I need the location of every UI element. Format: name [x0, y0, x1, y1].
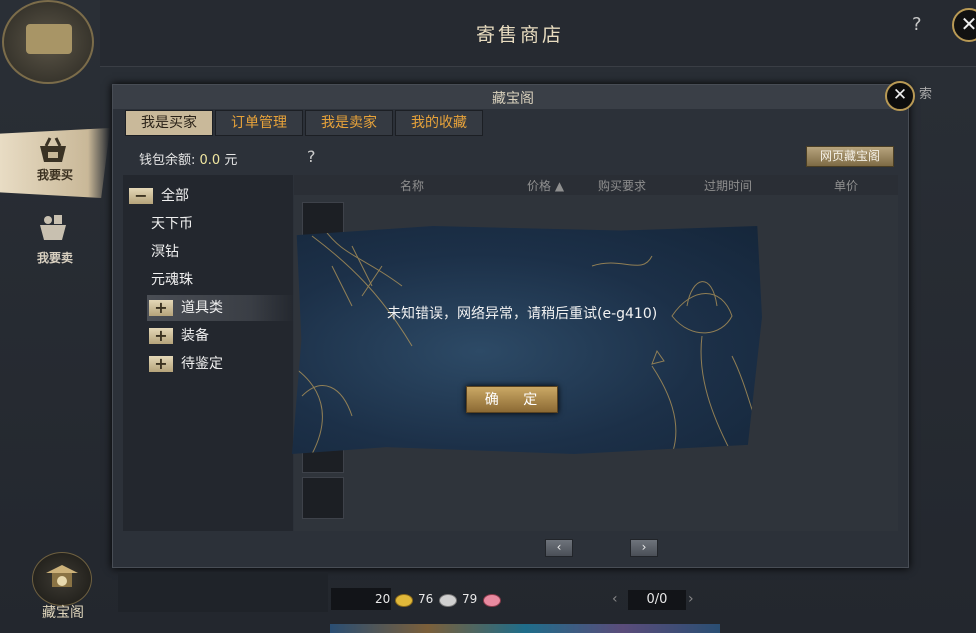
side-tab-buy[interactable]: 我要买 [0, 128, 110, 198]
tab-orders[interactable]: 订单管理 [215, 110, 303, 136]
tree-item-label: 待鉴定 [181, 356, 223, 372]
silver-amount: 76 [418, 592, 434, 606]
side-tab-buy-label: 我要买 [36, 168, 73, 182]
column-price[interactable]: 价格 ▲ [527, 177, 564, 194]
tab-seller[interactable]: 我是卖家 [305, 110, 393, 136]
collapse-icon[interactable]: − [129, 188, 153, 204]
close-panel-button[interactable]: ✕ [885, 81, 915, 111]
panel-title: 藏宝阁 [492, 91, 534, 107]
item-slot[interactable] [302, 477, 344, 519]
expand-icon[interactable]: + [149, 328, 173, 344]
tree-item-props[interactable]: + 道具类 [147, 295, 295, 321]
wallet-unit: 元 [224, 153, 238, 168]
expand-icon[interactable]: + [149, 300, 173, 316]
wallet-help-icon[interactable]: ? [307, 147, 316, 166]
tree-item-label: 溟钻 [151, 244, 179, 260]
window-title: 寄售商店 [475, 24, 564, 46]
list-header: 名称 价格 ▲ 购买要求 过期时间 单价 [294, 175, 898, 195]
basket-icon [40, 137, 66, 162]
tree-item-label: 装备 [181, 328, 209, 344]
tree-item-equipment[interactable]: + 装备 [149, 323, 209, 349]
tree-item-all[interactable]: − 全部 [129, 183, 189, 209]
gold-coin-icon [395, 594, 413, 607]
tree-item-label: 全部 [161, 188, 189, 204]
copper-amount: 79 [462, 592, 478, 606]
treasure-pavilion-label: 藏宝阁 [42, 605, 84, 621]
help-icon[interactable]: ? [912, 14, 922, 35]
shop-logo [2, 0, 94, 84]
side-tab-sell[interactable]: 我要卖 [0, 205, 110, 275]
tree-item-label: 元魂珠 [151, 272, 193, 288]
sell-basket-icon [40, 215, 66, 240]
column-name[interactable]: 名称 [400, 177, 424, 194]
abacus-icon [26, 24, 72, 54]
prev-page-button[interactable]: ‹ [545, 539, 573, 557]
error-message: 未知错误，网络异常，请稍后重试(e-g410) [387, 306, 658, 322]
column-unit-price[interactable]: 单价 [834, 177, 858, 194]
category-tree: − 全部 天下币 溟钻 元魂珠 + 道具类 + 装备 + 待鉴定 [123, 175, 295, 531]
copper-coin-icon [483, 594, 501, 607]
column-requirement[interactable]: 购买要求 [598, 177, 646, 194]
tree-item-currency[interactable]: 天下币 [151, 211, 193, 237]
next-page-button[interactable]: › [630, 539, 658, 557]
tree-item-diamond[interactable]: 溟钻 [151, 239, 179, 265]
silver-coin-icon [439, 594, 457, 607]
confirm-button[interactable]: 确 定 [466, 386, 558, 413]
wallet-balance: 钱包余额: 0.0 元 [139, 149, 237, 168]
bottom-left-area [118, 572, 328, 612]
currency-display: 20 76 79 [331, 588, 501, 610]
wallet-value: 0.0 [199, 153, 221, 168]
page-indicator: 0/0 [628, 590, 686, 610]
tree-item-label: 道具类 [181, 300, 223, 316]
gold-amount: 20 [375, 592, 391, 606]
tree-item-label: 天下币 [151, 216, 193, 232]
side-tab-sell-label: 我要卖 [36, 251, 73, 265]
wallet-label: 钱包余额: [139, 153, 196, 168]
tree-item-unidentified[interactable]: + 待鉴定 [149, 351, 223, 377]
column-expire-time[interactable]: 过期时间 [704, 177, 752, 194]
tree-item-soul-pearl[interactable]: 元魂珠 [151, 267, 193, 293]
treasure-pavilion-icon[interactable] [32, 552, 92, 606]
pavilion-icon [46, 565, 78, 587]
hotbar-strip [330, 624, 720, 633]
error-dialog: 未知错误，网络异常，请稍后重试(e-g410) 确 定 [292, 226, 762, 454]
tab-favorites[interactable]: 我的收藏 [395, 110, 483, 136]
expand-icon[interactable]: + [149, 356, 173, 372]
tab-buyer[interactable]: 我是买家 [125, 110, 213, 136]
page-next-arrow[interactable]: › [688, 591, 694, 607]
lotus-bamboo-decoration-icon [292, 226, 762, 454]
web-treasure-button[interactable]: 网页藏宝阁 [806, 146, 894, 167]
search-label-fragment: 索 [919, 87, 933, 102]
page-prev-arrow[interactable]: ‹ [612, 591, 618, 607]
